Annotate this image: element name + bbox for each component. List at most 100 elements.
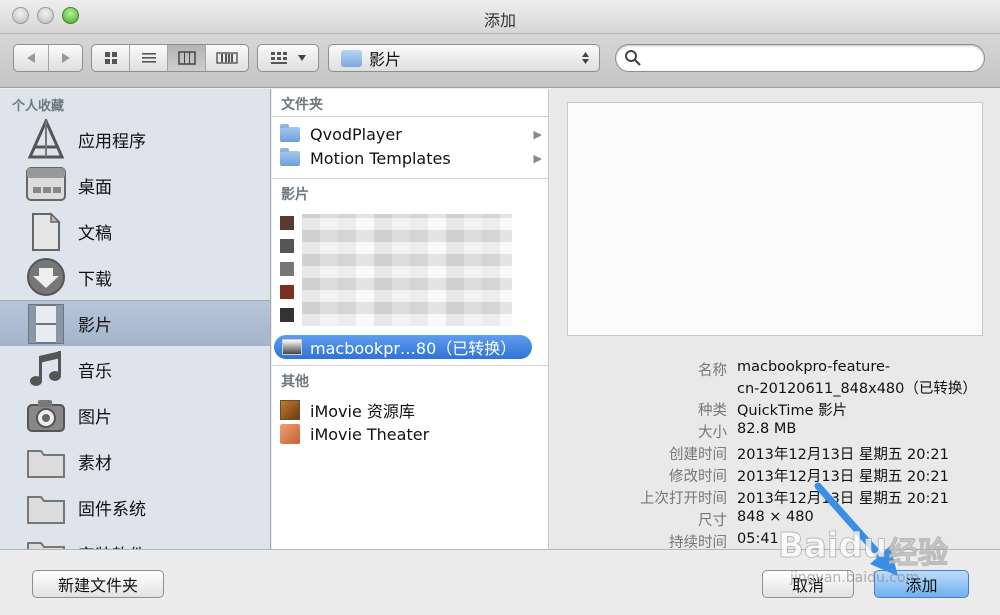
icon-view-button[interactable] xyxy=(92,45,129,71)
info-row-dimensions: 尺寸 848 × 480 xyxy=(550,509,1000,530)
chevron-down-icon xyxy=(298,55,306,61)
sidebar-item-label: 固件系统 xyxy=(78,499,146,520)
sidebar-item-label: 素材 xyxy=(78,453,112,474)
folder-icon xyxy=(24,532,68,549)
info-row-size: 大小 82.8 MB xyxy=(550,421,1000,442)
search-icon xyxy=(625,50,641,66)
title-bar: 添加 xyxy=(0,0,1000,34)
folder-name: QvodPlayer xyxy=(310,124,402,144)
column-view-button[interactable] xyxy=(167,45,205,71)
sidebar-item-movies[interactable]: 影片 xyxy=(0,300,270,346)
sidebar-item-label: 文稿 xyxy=(78,223,112,244)
movies-icon xyxy=(24,303,68,345)
sidebar-item-pictures[interactable]: 图片 xyxy=(0,392,270,438)
info-row-kind: 种类 QuickTime 影片 xyxy=(550,399,1000,420)
other-row-imovie-theater[interactable]: iMovie Theater xyxy=(280,422,542,446)
info-key: 种类 xyxy=(698,403,727,419)
documents-icon xyxy=(24,210,68,252)
blurred-movie-list xyxy=(280,212,520,328)
coverflow-view-icon xyxy=(216,52,238,64)
selected-movie-row[interactable]: macbookpr…80（已转换） xyxy=(274,335,532,359)
sidebar-item-music[interactable]: 音乐 xyxy=(0,346,270,392)
sidebar-item-documents[interactable]: 文稿 xyxy=(0,208,270,254)
info-row-created: 创建时间 2013年12月13日 星期五 20:21 xyxy=(550,443,1000,464)
new-folder-button[interactable]: 新建文件夹 xyxy=(32,570,164,598)
coverflow-view-button[interactable] xyxy=(205,45,248,71)
folder-row-motion-templates[interactable]: Motion Templates ▶ xyxy=(280,146,542,170)
info-key: 尺寸 xyxy=(698,513,727,529)
desktop-icon xyxy=(24,164,68,206)
icon-view-icon xyxy=(104,52,117,64)
info-row-last-opened: 上次打开时间 2013年12月13日 星期五 20:21 xyxy=(550,487,1000,508)
preview-pane: 名称 macbookpro-feature- cn-20120611_848x4… xyxy=(550,89,1000,551)
arrange-grid-icon xyxy=(271,52,287,64)
list-view-button[interactable] xyxy=(129,45,167,71)
imovie-theater-icon xyxy=(280,424,300,444)
info-key: 上次打开时间 xyxy=(640,491,727,507)
info-row-name-cont: cn-20120611_848x480（已转换） xyxy=(550,377,1000,398)
sidebar-item-label: 下载 xyxy=(78,269,112,290)
movies-folder-icon xyxy=(341,49,362,67)
folder-name: Motion Templates xyxy=(310,148,451,168)
other-heading: 其他 xyxy=(281,374,309,390)
folder-icon xyxy=(24,486,68,528)
back-forward-control xyxy=(13,44,83,72)
location-popup[interactable]: 影片 xyxy=(328,44,600,72)
preview-thumbnail xyxy=(567,102,983,336)
divider xyxy=(272,178,548,179)
other-row-imovie-library[interactable]: iMovie 资源库 xyxy=(280,398,542,422)
forward-arrow-icon xyxy=(61,53,70,63)
sidebar-item-firmware[interactable]: 固件系统 xyxy=(0,484,270,530)
info-value: 82.8 MB xyxy=(737,421,797,437)
sidebar-item-materials[interactable]: 素材 xyxy=(0,438,270,484)
back-button[interactable] xyxy=(14,45,48,71)
info-key: 大小 xyxy=(698,425,727,441)
music-icon xyxy=(24,348,68,390)
forward-button[interactable] xyxy=(48,45,82,71)
sidebar-item-desktop[interactable]: 桌面 xyxy=(0,162,270,208)
divider xyxy=(272,365,548,366)
sidebar-item-label: 桌面 xyxy=(78,177,112,198)
list-view-icon xyxy=(141,53,156,63)
sidebar-item-applications[interactable]: 应用程序 xyxy=(0,116,270,162)
folders-heading: 文件夹 xyxy=(281,97,323,113)
toolbar: 影片 xyxy=(0,34,1000,88)
sidebar-item-label: 影片 xyxy=(78,316,112,336)
back-arrow-icon xyxy=(27,53,35,63)
info-row-modified: 修改时间 2013年12月13日 星期五 20:21 xyxy=(550,465,1000,486)
other-item-name: iMovie Theater xyxy=(310,424,430,444)
movie-thumbnail-icon xyxy=(282,339,302,355)
window-title: 添加 xyxy=(483,11,516,30)
sidebar-item-downloads[interactable]: 下载 xyxy=(0,254,270,300)
search-input[interactable] xyxy=(646,48,976,68)
sidebar-item-install-software[interactable]: 安装软件 xyxy=(0,530,270,549)
divider xyxy=(272,116,548,117)
annotation-arrow-icon xyxy=(814,482,898,576)
info-value: cn-20120611_848x480（已转换） xyxy=(737,381,977,397)
sidebar-item-label: 应用程序 xyxy=(78,131,146,152)
info-key: 修改时间 xyxy=(669,469,727,485)
other-item-name: iMovie 资源库 xyxy=(310,402,415,421)
movies-heading: 影片 xyxy=(281,187,309,203)
sidebar-heading: 个人收藏 xyxy=(12,99,65,114)
downloads-icon xyxy=(24,256,68,298)
info-value: 2013年12月13日 星期五 20:21 xyxy=(737,447,949,463)
file-column: 文件夹 QvodPlayer ▶ Motion Templates ▶ 影片 m… xyxy=(272,89,549,549)
info-value: QuickTime 影片 xyxy=(737,403,848,419)
search-field[interactable] xyxy=(615,44,985,72)
camera-icon xyxy=(24,394,68,436)
folder-icon xyxy=(280,147,300,166)
info-value: 05:41 xyxy=(737,531,779,547)
info-value: macbookpro-feature- xyxy=(737,359,891,375)
info-value: 848 × 480 xyxy=(737,509,814,525)
arrange-popup[interactable] xyxy=(257,44,319,72)
disclosure-arrow-icon: ▶ xyxy=(533,151,542,165)
location-label: 影片 xyxy=(369,50,402,69)
imovie-library-icon xyxy=(280,400,300,420)
column-view-icon xyxy=(177,51,196,65)
sidebar: 个人收藏 应用程序 桌面 文稿 下载 影片 音乐 图片 素材 固件系统 xyxy=(0,89,271,549)
folder-icon xyxy=(280,123,300,142)
folder-row-qvodplayer[interactable]: QvodPlayer ▶ xyxy=(280,122,542,146)
info-key: 创建时间 xyxy=(669,447,727,463)
sidebar-item-label: 音乐 xyxy=(78,361,112,382)
